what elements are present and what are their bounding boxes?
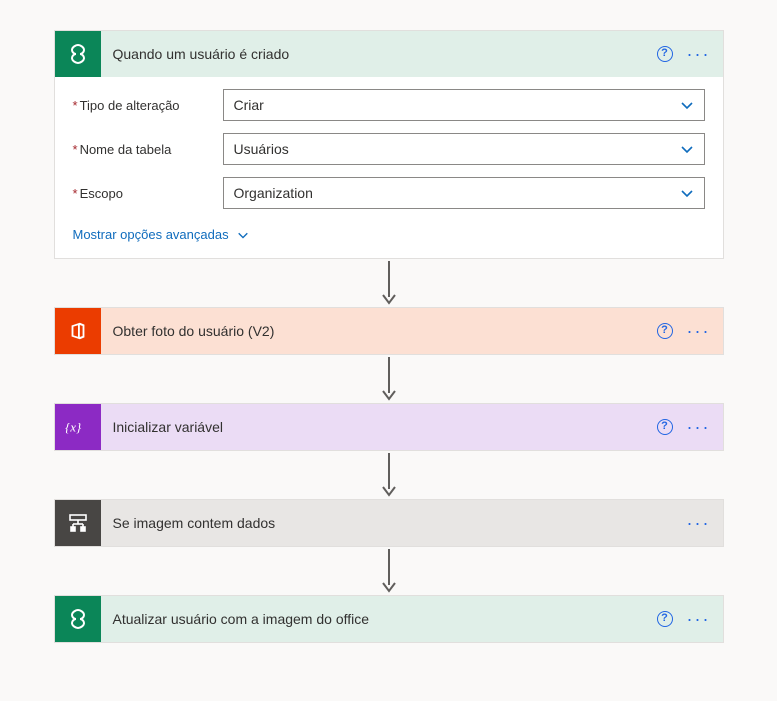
param-row-scope: *Escopo Organization [73,177,705,209]
step-init-var-header[interactable]: {x} Inicializar variável ? ··· [55,404,723,450]
condition-icon [55,500,101,546]
dataverse-icon [55,31,101,77]
select-value: Usuários [234,141,289,157]
help-icon[interactable]: ? [657,323,673,339]
param-label: Tipo de alteração [80,98,180,113]
step-title: Atualizar usuário com a imagem do office [101,611,657,627]
param-label: Nome da tabela [80,142,172,157]
connector-arrow [54,355,724,403]
param-row-change-type: *Tipo de alteração Criar [73,89,705,121]
step-title: Se imagem contem dados [101,515,687,531]
step-title: Inicializar variável [101,419,657,435]
help-icon[interactable]: ? [657,419,673,435]
more-menu-icon[interactable]: ··· [687,518,711,528]
connector-arrow [54,259,724,307]
param-row-table-name: *Nome da tabela Usuários [73,133,705,165]
param-label: Escopo [80,186,123,201]
step-title: Quando um usuário é criado [101,46,657,62]
chevron-down-icon [680,186,694,200]
select-change-type[interactable]: Criar [223,89,705,121]
step-title: Obter foto do usuário (V2) [101,323,657,339]
svg-text:{x}: {x} [65,420,82,435]
more-menu-icon[interactable]: ··· [687,326,711,336]
chevron-down-icon [680,142,694,156]
show-advanced-link[interactable]: Mostrar opções avançadas [73,221,249,250]
step-condition-card: Se imagem contem dados ··· [54,499,724,547]
connector-arrow [54,451,724,499]
chevron-down-icon [680,98,694,112]
step-get-photo-card: Obter foto do usuário (V2) ? ··· [54,307,724,355]
more-menu-icon[interactable]: ··· [687,49,711,59]
step-trigger-header[interactable]: Quando um usuário é criado ? ··· [55,31,723,77]
dataverse-icon [55,596,101,642]
advanced-label: Mostrar opções avançadas [73,227,229,242]
step-update-user-header[interactable]: Atualizar usuário com a imagem do office… [55,596,723,642]
step-get-photo-header[interactable]: Obter foto do usuário (V2) ? ··· [55,308,723,354]
select-table-name[interactable]: Usuários [223,133,705,165]
more-menu-icon[interactable]: ··· [687,614,711,624]
step-trigger-card: Quando um usuário é criado ? ··· *Tipo d… [54,30,724,259]
step-update-user-card: Atualizar usuário com a imagem do office… [54,595,724,643]
variable-icon: {x} [55,404,101,450]
select-scope[interactable]: Organization [223,177,705,209]
select-value: Criar [234,97,264,113]
flow-designer: Quando um usuário é criado ? ··· *Tipo d… [54,30,724,643]
help-icon[interactable]: ? [657,46,673,62]
help-icon[interactable]: ? [657,611,673,627]
more-menu-icon[interactable]: ··· [687,422,711,432]
step-trigger-body: *Tipo de alteração Criar *Nome da tabela… [55,77,723,258]
step-init-var-card: {x} Inicializar variável ? ··· [54,403,724,451]
select-value: Organization [234,185,313,201]
connector-arrow [54,547,724,595]
office365-icon [55,308,101,354]
step-condition-header[interactable]: Se imagem contem dados ··· [55,500,723,546]
